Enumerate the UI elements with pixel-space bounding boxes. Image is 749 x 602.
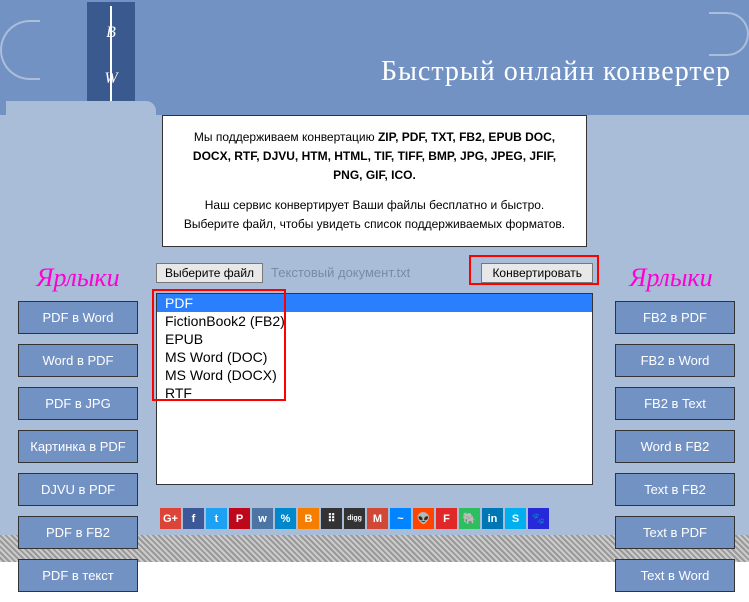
controls-row: Выберите файл Текстовый документ.txt Кон… — [156, 263, 593, 283]
share-myspace-icon[interactable]: ⠿ — [321, 508, 342, 529]
sidebar-right-title: Ярлыки — [601, 263, 741, 293]
sidebar-left-link[interactable]: Картинка в PDF — [18, 430, 138, 463]
info-intro: Мы поддерживаем конвертацию — [194, 130, 378, 144]
sidebar-right-link[interactable]: Word в FB2 — [615, 430, 735, 463]
site-title: Быстрый онлайн конвертер — [381, 56, 731, 88]
share-googleplus-icon[interactable]: G+ — [160, 508, 181, 529]
sidebar-left-link[interactable]: PDF в текст — [18, 559, 138, 592]
decor-curve-left — [0, 20, 40, 80]
share-messenger-icon[interactable]: ~ — [390, 508, 411, 529]
share-digg-icon[interactable]: digg — [344, 508, 365, 529]
sidebar-left-link[interactable]: PDF в JPG — [18, 387, 138, 420]
share-gmail-icon[interactable]: M — [367, 508, 388, 529]
sidebar-left: Ярлыки PDF в Word Word в PDF PDF в JPG Карт… — [8, 257, 148, 602]
share-blogger-icon[interactable]: B — [298, 508, 319, 529]
logo-letter-w: W — [104, 70, 117, 88]
selected-file-name: Текстовый документ.txt — [271, 265, 410, 280]
sidebar-right-link[interactable]: FB2 в PDF — [615, 301, 735, 334]
format-option[interactable]: MS Word (DOC) — [157, 348, 592, 366]
sidebar-left-items: PDF в Word Word в PDF PDF в JPG Картинка в … — [8, 301, 148, 592]
main-panel: Мы поддерживаем конвертацию ZIP, PDF, TX… — [0, 115, 749, 535]
tab-decor — [6, 101, 156, 125]
sidebar-right: Ярлыки FB2 в PDF FB2 в Word FB2 в Text Word… — [601, 257, 741, 602]
choose-file-button[interactable]: Выберите файл — [156, 263, 263, 283]
share-evernote-icon[interactable]: 🐘 — [459, 508, 480, 529]
share-row: G+ftPw%B⠿diggM~👽F🐘inS🐾 — [160, 508, 595, 529]
share-vk-icon[interactable]: w — [252, 508, 273, 529]
share-link-icon[interactable]: % — [275, 508, 296, 529]
info-description: Наш сервис конвертирует Ваши файлы беспл… — [181, 196, 568, 234]
share-twitter-icon[interactable]: t — [206, 508, 227, 529]
format-option[interactable]: RTF — [157, 384, 592, 402]
sidebar-right-items: FB2 в PDF FB2 в Word FB2 в Text Word в FB2 T… — [601, 301, 741, 592]
format-option[interactable]: FictionBook2 (FB2) — [157, 312, 592, 330]
header: B W Быстрый онлайн конвертер — [0, 0, 749, 115]
format-option[interactable]: PDF — [157, 294, 592, 312]
format-option[interactable]: MS Word (DOCX) — [157, 366, 592, 384]
sidebar-right-link[interactable]: FB2 в Text — [615, 387, 735, 420]
share-baidu-icon[interactable]: 🐾 — [528, 508, 549, 529]
share-pinterest-icon[interactable]: P — [229, 508, 250, 529]
share-flipboard-icon[interactable]: F — [436, 508, 457, 529]
info-box: Мы поддерживаем конвертацию ZIP, PDF, TX… — [162, 115, 587, 247]
sidebar-right-link[interactable]: FB2 в Word — [615, 344, 735, 377]
sidebar-left-link[interactable]: Word в PDF — [18, 344, 138, 377]
sidebar-left-link[interactable]: PDF в FB2 — [18, 516, 138, 549]
sidebar-left-title: Ярлыки — [8, 263, 148, 293]
sidebar-left-link[interactable]: DJVU в PDF — [18, 473, 138, 506]
convert-button[interactable]: Конвертировать — [481, 263, 593, 283]
share-linkedin-icon[interactable]: in — [482, 508, 503, 529]
sidebar-left-link[interactable]: PDF в Word — [18, 301, 138, 334]
share-reddit-icon[interactable]: 👽 — [413, 508, 434, 529]
sidebar-right-link[interactable]: Text в FB2 — [615, 473, 735, 506]
decor-curve-right — [709, 12, 749, 56]
sidebar-right-link[interactable]: Text в Word — [615, 559, 735, 592]
logo-letter-b: B — [104, 24, 117, 42]
format-select-list[interactable]: PDFFictionBook2 (FB2)EPUBMS Word (DOC)MS… — [156, 293, 593, 485]
sidebar-right-link[interactable]: Text в PDF — [615, 516, 735, 549]
format-option[interactable]: EPUB — [157, 330, 592, 348]
logo[interactable]: B W — [87, 2, 135, 110]
share-facebook-icon[interactable]: f — [183, 508, 204, 529]
center-panel: Выберите файл Текстовый документ.txt Кон… — [156, 257, 593, 602]
share-skype-icon[interactable]: S — [505, 508, 526, 529]
